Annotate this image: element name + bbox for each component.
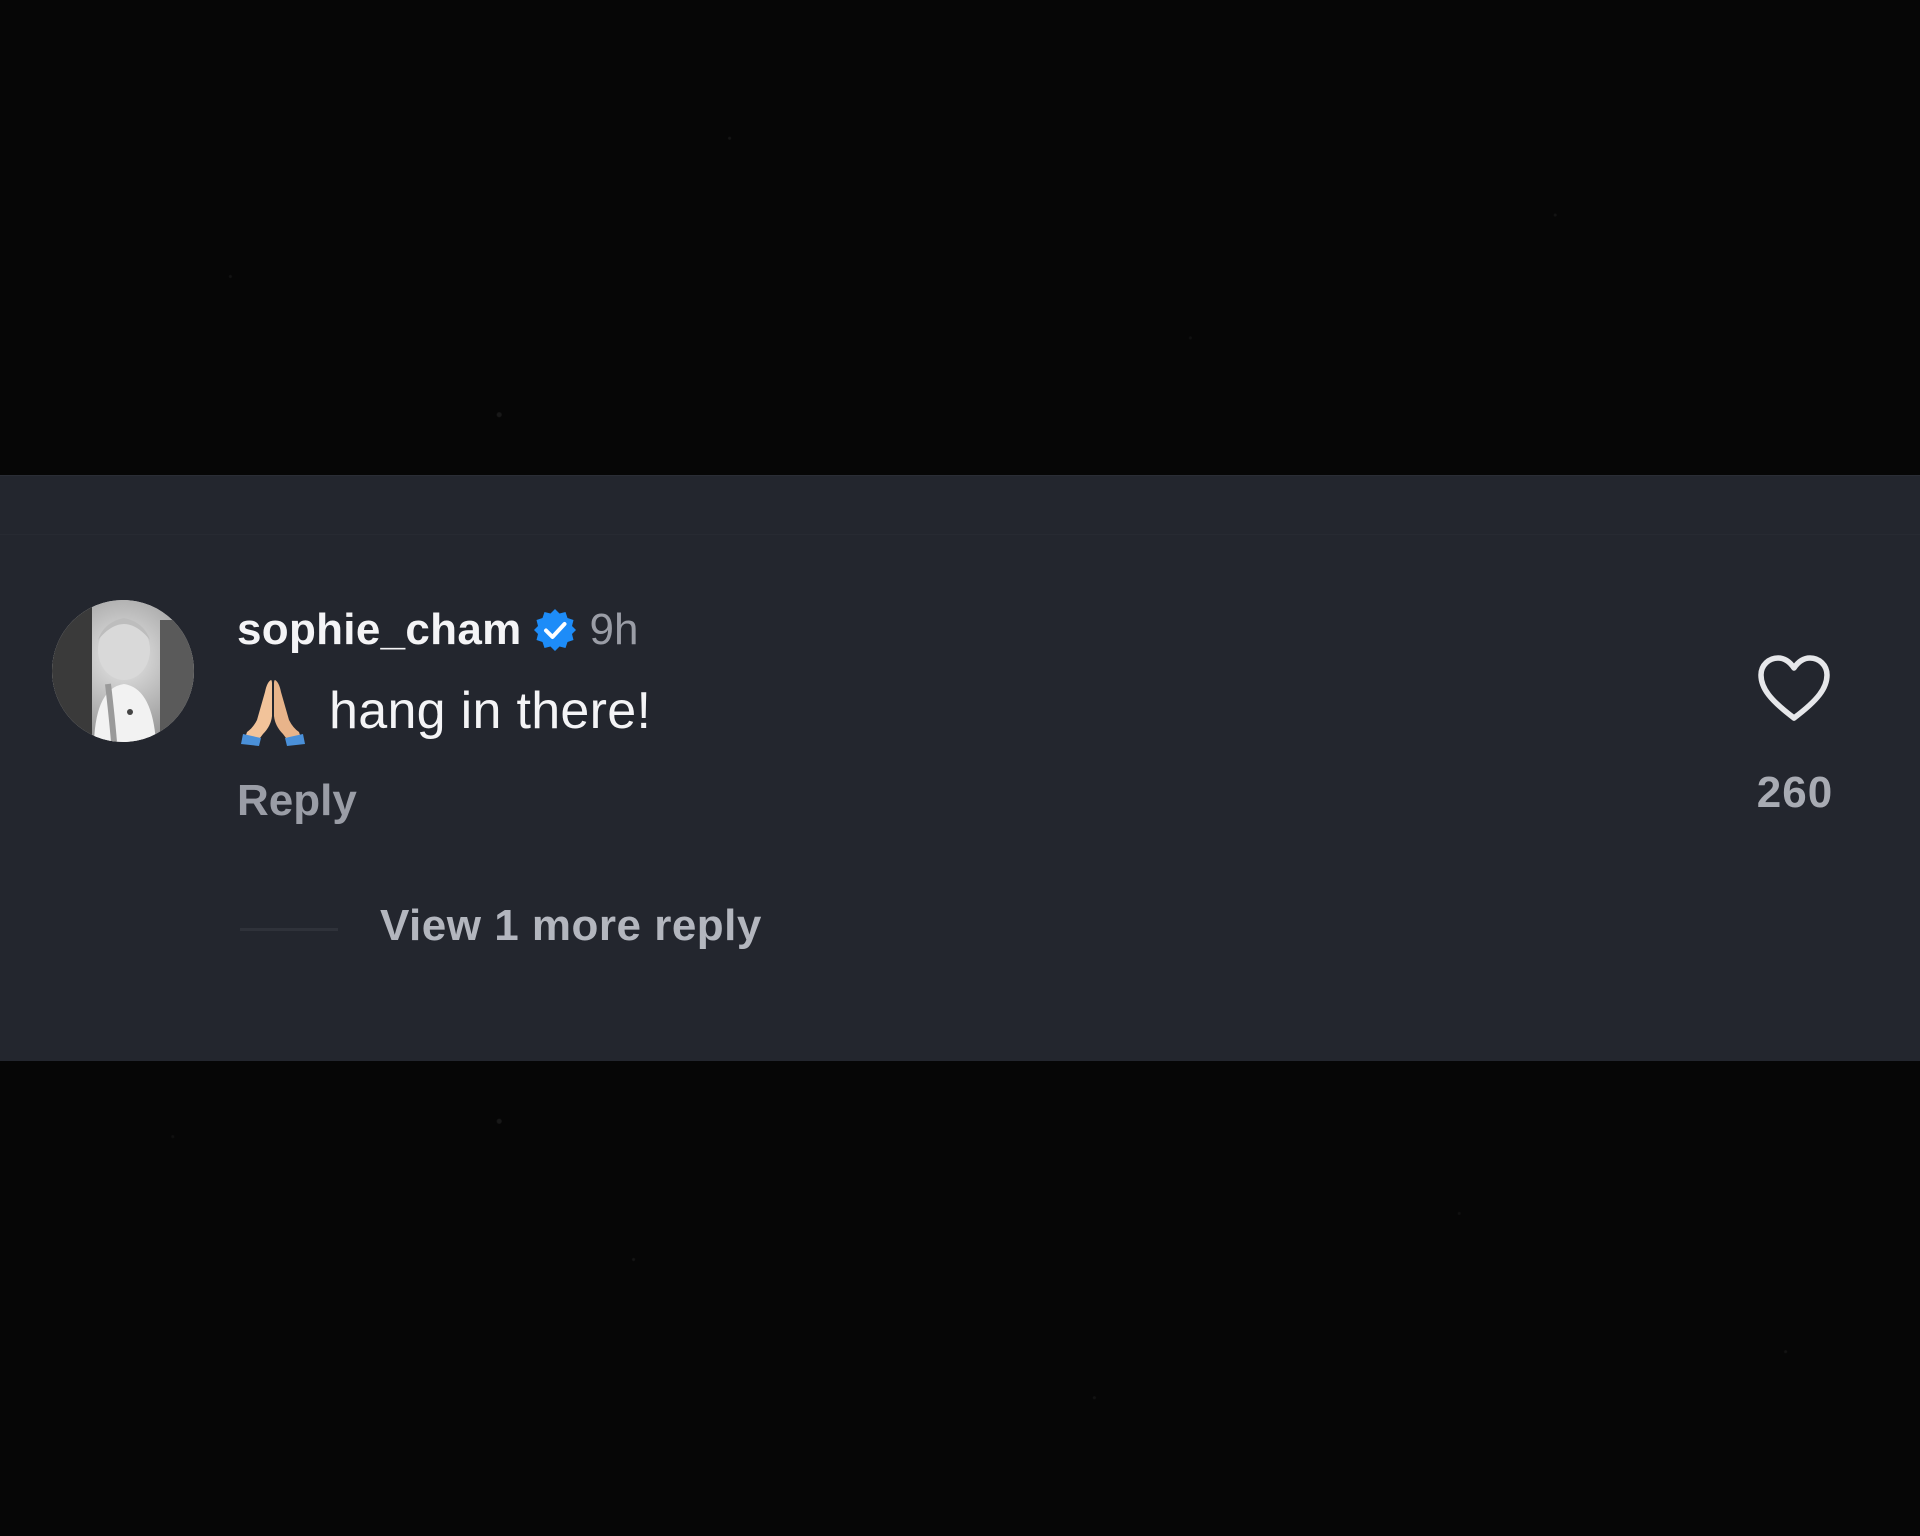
replies-connector-line (240, 928, 338, 931)
reply-button[interactable]: Reply (237, 776, 357, 826)
comment-body: hang in there! (237, 676, 651, 746)
username[interactable]: sophie_cham (237, 605, 522, 655)
view-more-replies-button[interactable]: View 1 more reply (380, 901, 762, 951)
like-button[interactable] (1756, 654, 1832, 724)
comment-header: sophie_cham 9h (237, 604, 638, 656)
comment-panel: sophie_cham 9h hang in there! Reply 260 … (0, 475, 1920, 1061)
like-count: 260 (1756, 768, 1834, 817)
heart-outline-icon (1758, 655, 1830, 721)
timestamp: 9h (589, 605, 639, 654)
verified-badge-icon (532, 607, 578, 653)
divider (0, 534, 1920, 535)
folded-hands-icon (237, 676, 309, 746)
comment-text: hang in there! (329, 682, 652, 740)
avatar[interactable] (52, 600, 194, 742)
